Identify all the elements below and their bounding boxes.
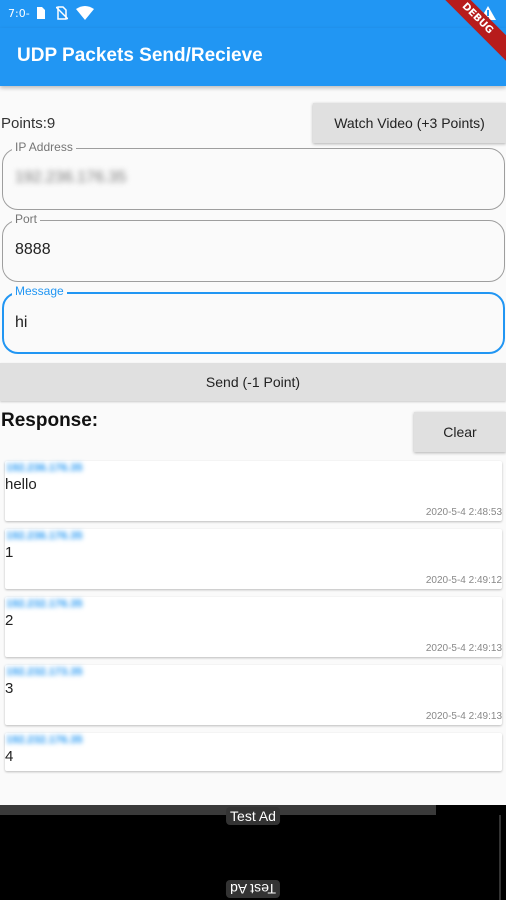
sender-address: 192.236.176.35 [6,530,83,542]
sender-address: 192.236.176.35 [6,462,83,474]
port-label: Port [12,212,41,226]
ad-label: Test Ad [226,807,280,825]
timestamp: 2020-5-4 2:49:13 [425,711,502,722]
message-text: 4 [5,748,14,765]
ad-right-bar [499,815,501,900]
list-item: 192.236.176.35 1 2020-5-4 2:49:12 [5,529,502,589]
message-text: hello [5,476,37,493]
status-time: 7:0- [8,7,30,20]
clear-button[interactable]: Clear [414,412,506,452]
timestamp: 2020-5-4 2:48:53 [425,507,502,518]
sim-icon [36,6,46,22]
message-text: 3 [5,680,14,697]
ip-address-value: 192.236.176.35 [15,169,127,186]
sender-address: 192.232.176.35 [6,734,83,746]
list-item: 192.232.176.35 2 2020-5-4 2:49:13 [5,597,502,657]
port-field[interactable]: Port 8888 [2,212,505,282]
ip-address-field[interactable]: IP Address 192.236.176.35 [2,140,505,210]
send-button[interactable]: Send (-1 Point) [0,363,506,401]
status-bar: 7:0- [0,0,506,28]
app-bar: UDP Packets Send/Recieve [0,28,506,86]
points-label: Points:9 [1,115,56,132]
timestamp: 2020-5-4 2:49:13 [425,643,502,654]
list-item: 192.236.176.35 hello 2020-5-4 2:48:53 [5,461,502,521]
ip-address-label: IP Address [12,140,76,154]
wifi-icon [76,6,94,22]
message-value: hi [15,314,28,331]
ad-label-mirrored: Test Ad [226,880,280,898]
watch-video-button[interactable]: Watch Video (+3 Points) [313,103,506,143]
sender-address: 192.232.173.35 [6,666,83,678]
ad-top-bar [0,805,436,815]
message-field[interactable]: Message hi [2,284,505,354]
app-title: UDP Packets Send/Recieve [17,45,263,66]
message-label: Message [12,284,67,298]
sender-address: 192.232.176.35 [6,598,83,610]
no-sim-icon [55,6,69,22]
ad-banner[interactable]: Test Ad Test Ad [0,805,506,900]
timestamp: 2020-5-4 2:49:12 [425,575,502,586]
message-text: 1 [5,544,14,561]
message-text: 2 [5,612,14,629]
port-value: 8888 [15,241,51,258]
list-item: 192.232.176.35 4 [5,733,502,771]
response-title: Response: [1,410,99,431]
list-item: 192.232.173.35 3 2020-5-4 2:49:13 [5,665,502,725]
